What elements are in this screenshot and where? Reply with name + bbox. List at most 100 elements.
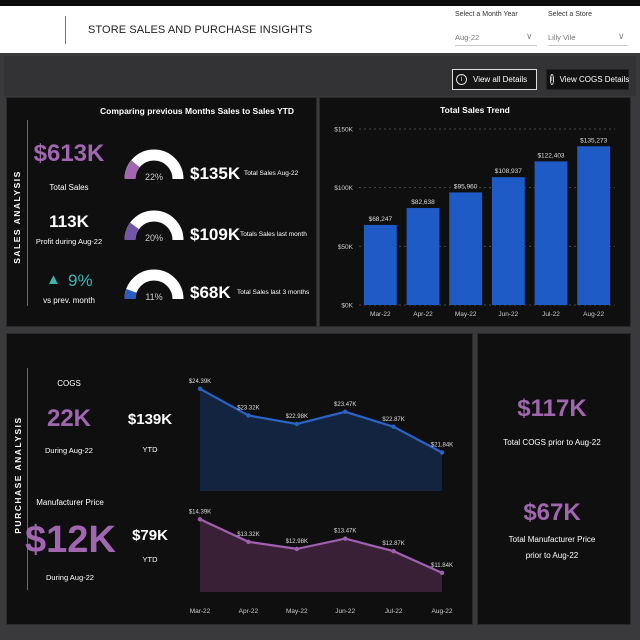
total-sales-label: Total Sales [49,183,89,192]
y-tick-label: $150K [334,127,353,134]
point-data-label: $14.39K [189,509,211,515]
point-data-label: $22.87K [382,417,404,423]
point-data-label: $13.32K [237,532,259,538]
cogs-sub: During Aug-22 [45,446,93,455]
data-point [197,386,203,391]
gauge-label: Total Sales last 3 months [237,289,310,296]
sales-trend-bar-chart: $0K $50K $100K $150K $68,247 Mar-22 $82,638 Apr… [334,127,615,318]
month-filter-label: Select a Month Year [455,11,518,18]
data-point [197,517,203,522]
data-point [439,570,445,576]
total-cogs-label: Total COGS prior to Aug-22 [503,438,601,447]
data-point [391,549,396,554]
x-tick-label: Aug-22 [432,608,453,615]
growth-value: 9% [68,271,93,290]
header-divider [65,16,66,44]
point-data-label: $11.84K [431,563,453,569]
cogs-area-chart: $24.39K $23.32K $22.98K $23.47K $22.87K $21.8… [189,379,453,491]
bar [449,192,483,305]
manufacturer-price-title: Manufacturer Price [36,498,104,507]
gauge-value: $135K [190,164,241,183]
page-title: STORE SALES AND PURCHASE INSIGHTS [88,24,313,36]
total-manufacturer-label-1: Total Manufacturer Price [508,535,596,544]
bar-data-label: $135,273 [580,137,607,144]
x-tick-label: Apr-22 [239,608,259,615]
profit-label: Profit during Aug-22 [35,237,103,246]
chevron-down-icon: ∨ [618,31,625,41]
point-data-label: $21.84K [431,443,453,449]
point-data-label: $23.47K [334,402,356,408]
gauge-label: Total Sales Aug-22 [244,170,299,177]
bar [491,177,525,305]
x-tick-label: Aug-22 [583,311,604,318]
manufacturer-area-chart: $14.39K $13.32K $12.98K $13.47K $12.87K $11.8… [189,509,453,615]
gauge-value: $109K [190,225,241,244]
data-point [343,536,348,541]
point-data-label: $24.39K [189,379,211,385]
y-tick-label: $100K [334,185,353,192]
cogs-ytd-value: $139K [127,411,173,428]
bar-data-label: $95,960 [454,183,478,190]
bar [534,161,568,305]
button-strip [4,56,636,96]
point-data-label: $12.98K [286,539,308,545]
gauge-label: Totals Sales last month [240,231,307,238]
x-tick-label: Jun-22 [335,608,355,615]
sales-analysis-label: SALES ANALYSIS [12,170,22,264]
gauge-value: $68K [190,283,231,302]
point-data-label: $23.32K [237,406,259,412]
x-tick-label: Jul-22 [385,608,403,615]
bar-data-label: $122,403 [537,152,564,159]
store-filter-label: Select a Store [548,11,592,18]
point-data-label: $13.47K [334,529,356,535]
point-data-label: $22.98K [286,414,308,420]
cogs-value: 22K [46,405,92,432]
bar [577,146,611,305]
x-tick-label: Jun-22 [498,311,518,318]
x-tick-label: May-22 [286,608,308,615]
bar-data-label: $82,638 [411,199,435,206]
manufacturer-price-sub: During Aug-22 [46,573,94,582]
x-tick-label: May-22 [455,311,477,318]
store-filter-dropdown[interactable]: Lilly Vile ∨ [548,26,628,46]
dropdown-underline [455,45,537,46]
dropdown-underline [548,45,628,46]
total-sales-value: $613K [33,140,105,167]
month-filter-value: Aug-22 [455,33,480,42]
x-tick-label: Mar-22 [370,311,391,318]
info-icon: i [456,74,467,85]
gauge-sales-aug: 22% [123,139,185,192]
gauge-percent: 11% [145,292,163,302]
total-cogs-value: $117K [517,395,587,422]
store-filter-value: Lilly Vile [548,33,576,42]
point-data-label: $12.87K [382,541,404,547]
manufacturer-price-value: $12K [25,519,116,561]
view-all-details-button[interactable]: i View all Details [452,69,537,90]
cogs-title: COGS [57,379,81,388]
data-point [246,413,251,418]
view-cogs-details-button[interactable]: i View COGS Details [546,69,629,90]
total-manufacturer-label-2: prior to Aug-22 [525,551,579,560]
data-point [439,450,445,455]
bar [363,224,397,305]
data-point [391,424,396,429]
bar [406,208,440,305]
manufacturer-ytd-label: YTD [142,555,158,564]
manufacturer-ytd-value: $79K [132,527,168,544]
chevron-down-icon: ∨ [526,31,533,41]
x-tick-label: Jul-22 [542,311,560,318]
gauge-sales-last-month: 20% [123,200,185,253]
data-point [246,539,251,544]
month-filter-dropdown[interactable]: Aug-22 ∨ [455,26,537,46]
area-fill [200,388,442,491]
chart-title: Total Sales Trend [440,105,510,115]
total-manufacturer-value: $67K [523,499,581,526]
sales-accent-line [27,120,28,306]
bar-data-label: $108,937 [495,168,522,175]
data-point [343,409,348,414]
y-tick-label: $50K [338,244,354,251]
gauge-percent: 20% [144,233,163,243]
view-cogs-details-label: View COGS Details [559,75,630,84]
profit-value: 113K [49,212,89,231]
info-icon: i [550,74,554,85]
